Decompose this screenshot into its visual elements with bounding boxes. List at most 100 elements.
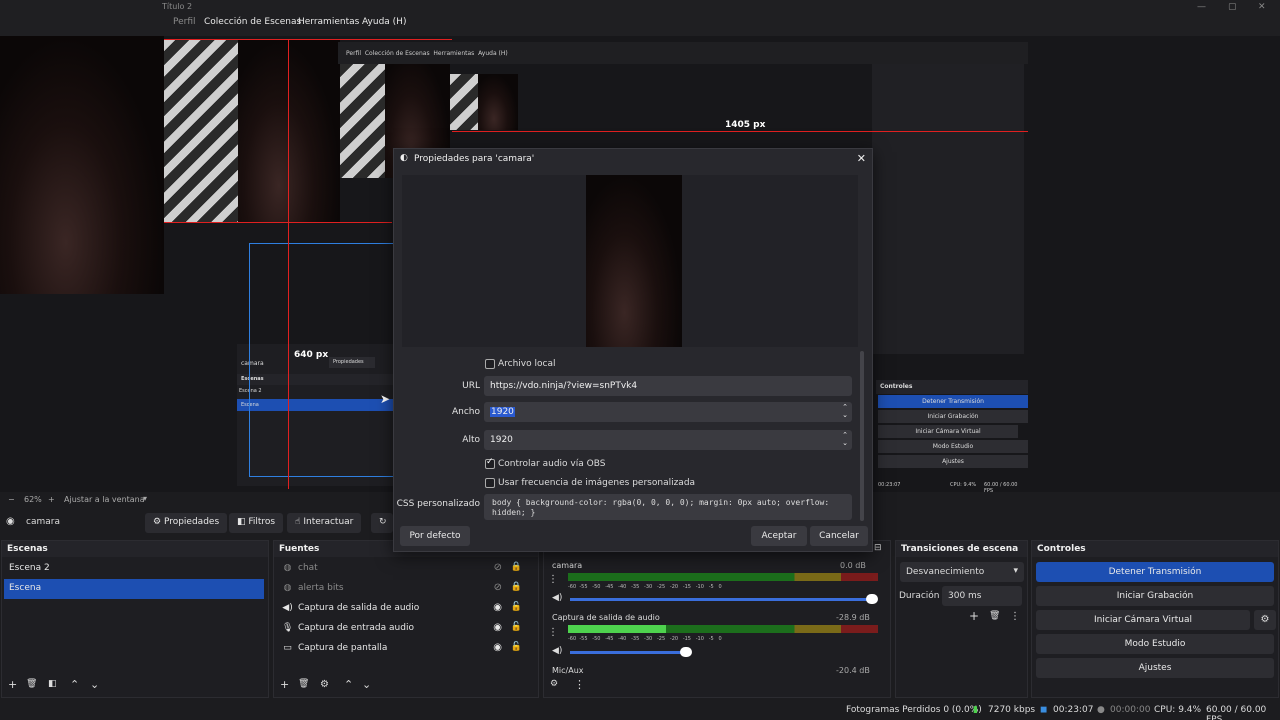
menu-perfil[interactable]: Perfil	[173, 17, 196, 27]
nested-controls-header: Controles	[876, 380, 1028, 394]
channel-db: -20.4 dB	[836, 666, 870, 675]
volume-slider[interactable]	[570, 598, 876, 601]
volume-slider-handle[interactable]	[866, 594, 878, 604]
stop-stream-button[interactable]: Detener Transmisión	[1036, 562, 1274, 582]
volume-slider[interactable]	[570, 651, 684, 654]
source-label: chat	[298, 563, 318, 573]
spinner-icon[interactable]: ⌃ ⌄	[842, 403, 848, 419]
accept-button[interactable]: Aceptar	[751, 526, 807, 546]
speaker-icon[interactable]: ◀)	[552, 593, 562, 603]
interact-label: Interactuar	[303, 517, 354, 527]
unlock-icon[interactable]: 🔓	[511, 602, 522, 612]
move-down-icon[interactable]: ⌄	[362, 678, 371, 691]
close-icon[interactable]: ✕	[857, 152, 866, 165]
live-icon: ◼	[1040, 705, 1048, 715]
eye-hidden-icon[interactable]: ⊘	[494, 582, 502, 593]
filters-label: Filtros	[248, 517, 276, 527]
interact-button[interactable]: ☝ Interactuar	[287, 513, 362, 533]
height-input[interactable]: 1920 ⌃ ⌄	[484, 430, 852, 450]
duration-input[interactable]: 300 ms	[942, 586, 1022, 606]
move-up-icon[interactable]: ⌃	[344, 678, 353, 691]
close-window-button[interactable]: ✕	[1258, 2, 1266, 12]
refresh-button[interactable]: ↻	[371, 513, 393, 533]
filter-scene-icon[interactable]: ◧	[48, 679, 57, 689]
delete-transition-icon[interactable]: 🗑	[989, 611, 1000, 621]
start-virtual-camera-button[interactable]: Iniciar Cámara Virtual	[1036, 610, 1250, 630]
eye-icon[interactable]: ◉	[493, 642, 502, 653]
nested-settings: Ajustes	[878, 455, 1028, 468]
virtual-camera-gear-icon[interactable]: ⚙	[1254, 610, 1276, 630]
mixer-menu-icon[interactable]: ⊟	[874, 543, 882, 553]
eye-hidden-icon[interactable]: ⊘	[494, 562, 502, 573]
mic-icon: 🎙	[282, 623, 294, 633]
cpu-usage: CPU: 9.4%	[1154, 705, 1202, 715]
fit-window-label[interactable]: Ajustar a la ventana	[64, 495, 145, 504]
width-input[interactable]: 1920 ⌃ ⌄	[484, 402, 852, 422]
move-up-icon[interactable]: ⌃	[70, 678, 79, 691]
source-row-audio-output[interactable]: ◀) Captura de salida de audio ◉ 🔓	[280, 599, 532, 619]
maximize-button[interactable]: ▢	[1228, 2, 1237, 12]
speaker-icon[interactable]: ◀)	[552, 646, 562, 656]
duration-label: Duración	[899, 591, 940, 601]
delete-scene-icon[interactable]: 🗑	[26, 679, 37, 689]
audio-control-checkbox[interactable]	[485, 457, 495, 469]
audio-control-label: Controlar audio vía OBS	[498, 459, 606, 469]
channel-menu-icon[interactable]: ⋮	[548, 627, 558, 638]
defaults-button[interactable]: Por defecto	[400, 526, 470, 546]
add-scene-icon[interactable]: +	[8, 678, 17, 691]
delete-source-icon[interactable]: 🗑	[298, 679, 309, 689]
dialog-title-bar: ◐ Propiedades para 'camara' ✕	[394, 149, 872, 169]
zoom-in-icon[interactable]: +	[48, 495, 55, 504]
settings-button[interactable]: Ajustes	[1036, 658, 1274, 678]
unlock-icon[interactable]: 🔓	[511, 642, 522, 652]
lock-icon[interactable]: 🔒	[511, 582, 522, 592]
channel-menu-icon[interactable]: ⋮	[548, 574, 558, 585]
cancel-button[interactable]: Cancelar	[810, 526, 868, 546]
css-textarea[interactable]: body { background-color: rgba(0, 0, 0, 0…	[484, 494, 852, 520]
zoom-out-icon[interactable]: −	[8, 495, 15, 504]
unlock-icon[interactable]: 🔓	[511, 622, 522, 632]
nested-stop-stream: Detener Transmisión	[878, 395, 1028, 408]
lock-icon[interactable]: 🔒	[511, 562, 522, 572]
local-file-checkbox[interactable]	[485, 359, 495, 369]
minimize-button[interactable]: —	[1197, 2, 1206, 12]
channel-name: Mic/Aux	[552, 666, 584, 675]
add-source-icon[interactable]: +	[280, 678, 289, 691]
source-row-alerta-bits[interactable]: ◍ alerta bits ⊘ 🔒	[280, 579, 532, 599]
menu-tools[interactable]: Herramientas	[298, 17, 359, 27]
filters-button[interactable]: ◧ Filtros	[229, 513, 284, 533]
scene-item-escena[interactable]: Escena	[4, 579, 264, 599]
eye-icon[interactable]: ◉	[493, 602, 502, 613]
gear-icon[interactable]: ⚙	[550, 679, 558, 689]
studio-mode-button[interactable]: Modo Estudio	[1036, 634, 1274, 654]
source-name: camara	[26, 517, 60, 527]
chevron-down-icon[interactable]: ▾	[143, 494, 147, 503]
start-recording-button[interactable]: Iniciar Grabación	[1036, 586, 1274, 606]
menu-dots-icon[interactable]: ⋮	[1010, 611, 1020, 622]
volume-slider-handle[interactable]	[680, 647, 692, 657]
custom-fps-checkbox[interactable]	[485, 478, 495, 488]
transitions-header: Transiciones de escena	[896, 541, 1027, 557]
url-input[interactable]: https://vdo.ninja/?view=snPTvk4	[484, 376, 852, 396]
menu-help[interactable]: Ayuda (H)	[362, 17, 406, 27]
source-row-chat[interactable]: ◍ chat ⊘ 🔒	[280, 559, 532, 579]
eye-icon[interactable]: ◉	[493, 622, 502, 633]
source-row-screen-capture[interactable]: ▭ Captura de pantalla ◉ 🔓	[280, 639, 532, 659]
add-transition-icon[interactable]: +	[969, 609, 979, 623]
transition-select[interactable]: Desvanecimiento ▾	[900, 562, 1024, 582]
properties-button[interactable]: ⚙ Propiedades	[145, 513, 228, 533]
dialog-scrollbar[interactable]	[860, 351, 864, 521]
webcam-feed	[0, 36, 164, 294]
url-label: URL	[462, 381, 480, 391]
gear-icon[interactable]: ⚙	[320, 679, 329, 690]
menu-dots-icon[interactable]: ⋮	[574, 678, 585, 691]
menu-scene-collection[interactable]: Colección de Escenas	[204, 17, 301, 27]
move-down-icon[interactable]: ⌄	[90, 678, 99, 691]
width-value: 1920	[490, 407, 515, 417]
source-row-audio-input[interactable]: 🎙 Captura de entrada audio ◉ 🔓	[280, 619, 532, 639]
scene-item-escena-2[interactable]: Escena 2	[4, 559, 264, 579]
spinner-icon[interactable]: ⌃ ⌄	[842, 431, 848, 447]
custom-fps-label: Usar frecuencia de imágenes personalizad…	[498, 478, 696, 488]
status-bar: Fotogramas Perdidos 0 (0.0%) ▮ 7270 kbps…	[0, 701, 1280, 720]
window-title: Título 2	[162, 2, 193, 11]
